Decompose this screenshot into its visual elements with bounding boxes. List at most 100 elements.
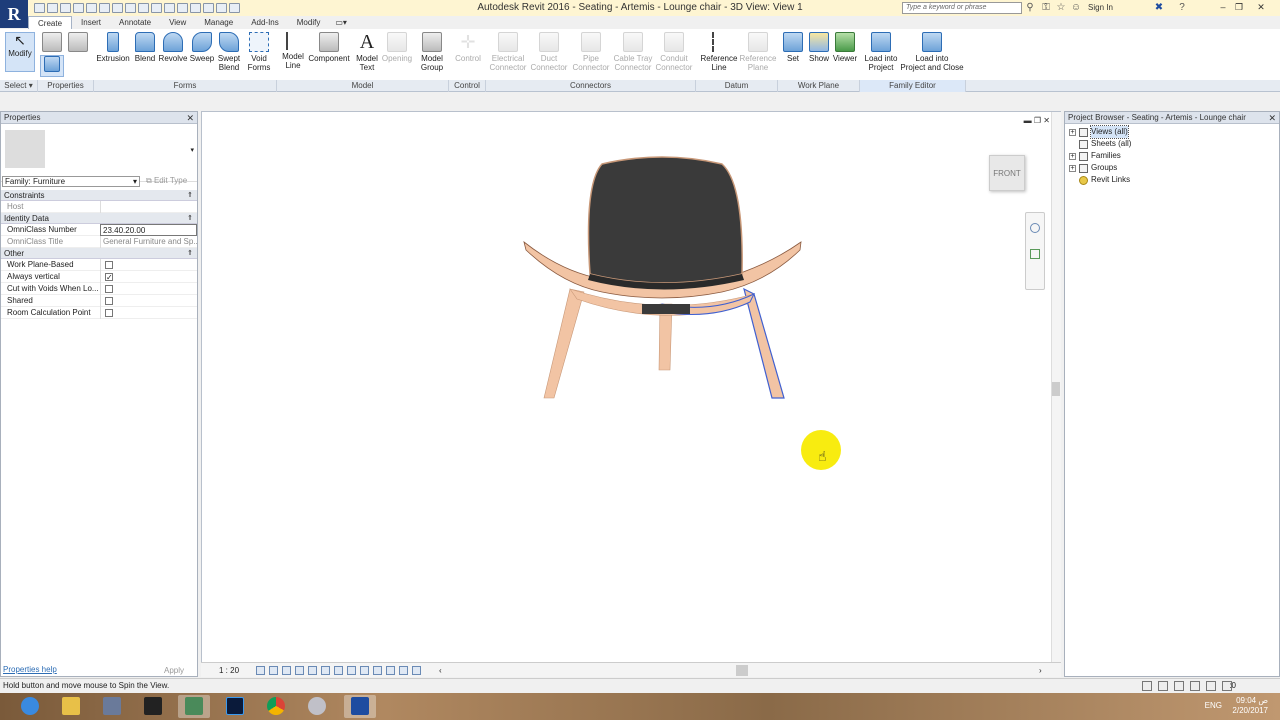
- shadows-icon[interactable]: [295, 666, 304, 675]
- always-vertical-checkbox[interactable]: ✓: [105, 273, 113, 282]
- restore-button[interactable]: ❐: [1230, 0, 1248, 14]
- tab-insert[interactable]: Insert: [72, 16, 110, 29]
- clock[interactable]: 09:04 ص 2/20/2017: [1232, 696, 1268, 716]
- application-menu-button[interactable]: R: [0, 0, 28, 28]
- taskbar-explorer[interactable]: [55, 695, 87, 718]
- select-panel-label[interactable]: Select ▾: [0, 80, 38, 92]
- type-selector[interactable]: ▾: [1, 124, 197, 182]
- tab-modify[interactable]: Modify: [288, 16, 330, 29]
- exchange-apps-icon[interactable]: ✖: [1153, 2, 1165, 14]
- component-button[interactable]: Component: [307, 32, 351, 63]
- load-into-project-and-close-button[interactable]: Load into Project and Close: [900, 32, 964, 72]
- reveal-hidden-icon[interactable]: [373, 666, 382, 675]
- help-search-input[interactable]: Type a keyword or phrase: [902, 2, 1022, 14]
- prop-row-omniclass-number[interactable]: OmniClass Number 23.40.20.00: [1, 224, 197, 236]
- scroll-left-icon[interactable]: ‹: [439, 663, 442, 678]
- omniclass-number-field[interactable]: 23.40.20.00: [100, 224, 197, 236]
- zoom-icon[interactable]: [1030, 249, 1040, 259]
- room-calculation-point-checkbox[interactable]: [105, 309, 113, 317]
- tab-add-ins[interactable]: Add-Ins: [242, 16, 288, 29]
- revolve-button[interactable]: Revolve: [158, 32, 188, 63]
- model-text-button[interactable]: A Model Text: [353, 32, 381, 72]
- work-plane-based-checkbox[interactable]: [105, 261, 113, 269]
- blend-button[interactable]: Blend: [132, 32, 158, 63]
- tree-item-families[interactable]: + Families: [1069, 150, 1121, 162]
- binoculars-icon[interactable]: ⚲: [1024, 2, 1036, 14]
- group-identity-data[interactable]: Identity Data ⇑: [1, 213, 197, 224]
- expand-icon[interactable]: +: [1069, 152, 1076, 160]
- void-forms-button[interactable]: Void Forms: [245, 32, 273, 72]
- show-crop-icon[interactable]: [334, 666, 343, 675]
- properties-help-link[interactable]: Properties help: [3, 665, 57, 674]
- reveal-constraints-icon[interactable]: [412, 666, 421, 675]
- view-scale-button[interactable]: 1 : 20: [219, 663, 239, 678]
- select-pinned-icon[interactable]: [1174, 681, 1184, 691]
- viewcube[interactable]: FRONT: [989, 155, 1025, 191]
- sign-in-button[interactable]: Sign In: [1088, 3, 1113, 12]
- scroll-right-icon[interactable]: ›: [1039, 663, 1042, 678]
- collapse-icon[interactable]: ⇑: [187, 248, 193, 259]
- model-group-button[interactable]: Model Group: [417, 32, 447, 72]
- modify-button[interactable]: ↖ Modify: [5, 32, 35, 72]
- horizontal-scrollbar-thumb[interactable]: [736, 665, 748, 676]
- tab-overflow[interactable]: ▭▾: [329, 16, 353, 29]
- lounge-chair-model[interactable]: [522, 154, 802, 404]
- load-into-project-button[interactable]: Load into Project: [862, 32, 900, 72]
- viewcube-face-label[interactable]: FRONT: [993, 169, 1021, 178]
- taskbar-chrome[interactable]: [260, 695, 292, 718]
- electrical-connector-button[interactable]: Electrical Connector: [488, 32, 528, 72]
- crop-view-icon[interactable]: [321, 666, 330, 675]
- swept-blend-button[interactable]: Swept Blend: [216, 32, 242, 72]
- visual-style-icon[interactable]: [269, 666, 278, 675]
- family-filter-select[interactable]: Family: Furniture ▾: [2, 176, 140, 187]
- sun-path-icon[interactable]: [282, 666, 291, 675]
- temporary-hide-icon[interactable]: [360, 666, 369, 675]
- vertical-scrollbar[interactable]: [1051, 112, 1061, 676]
- taskbar-photoshop[interactable]: [219, 695, 251, 718]
- group-other[interactable]: Other ⇑: [1, 248, 197, 259]
- family-category-button[interactable]: [66, 32, 90, 54]
- pipe-connector-button[interactable]: Pipe Connector: [571, 32, 611, 72]
- star-icon[interactable]: ☆: [1055, 2, 1067, 14]
- reference-plane-button[interactable]: Reference Plane: [738, 32, 778, 72]
- extrusion-button[interactable]: Extrusion: [96, 32, 130, 63]
- tab-manage[interactable]: Manage: [195, 16, 242, 29]
- shared-checkbox[interactable]: [105, 297, 113, 305]
- show-rendering-icon[interactable]: [308, 666, 317, 675]
- expand-icon[interactable]: +: [1069, 164, 1076, 172]
- select-by-face-icon[interactable]: [1190, 681, 1200, 691]
- opening-button[interactable]: Opening: [381, 32, 413, 63]
- taskbar-app3[interactable]: [96, 695, 128, 718]
- view-minimize-icon[interactable]: ▬: [1024, 116, 1032, 125]
- tab-create[interactable]: Create: [28, 16, 73, 29]
- taskbar-ie[interactable]: [14, 695, 46, 718]
- 3d-view-canvas[interactable]: ▬ ❐ ✕ FRONT ☝: [201, 111, 1061, 677]
- close-window-button[interactable]: ✕: [1252, 0, 1270, 14]
- temporary-view-properties-icon[interactable]: [386, 666, 395, 675]
- expand-icon[interactable]: +: [1069, 128, 1076, 136]
- tab-annotate[interactable]: Annotate: [110, 16, 160, 29]
- highlight-displacement-icon[interactable]: [399, 666, 408, 675]
- close-icon[interactable]: ✕: [1268, 112, 1276, 124]
- user-icon[interactable]: ☺: [1070, 2, 1082, 14]
- close-icon[interactable]: ✕: [186, 112, 194, 124]
- cable-tray-connector-button[interactable]: Cable Tray Connector: [612, 32, 654, 72]
- edit-type-button[interactable]: ⧉ Edit Type: [146, 176, 187, 186]
- select-links-icon[interactable]: [1142, 681, 1152, 691]
- group-constraints[interactable]: Constraints ⇑: [1, 190, 197, 201]
- cut-with-voids-checkbox[interactable]: [105, 285, 113, 293]
- set-work-plane-button[interactable]: Set: [782, 32, 804, 63]
- properties-button[interactable]: [40, 55, 64, 77]
- show-work-plane-button[interactable]: Show: [806, 32, 832, 63]
- drag-on-selection-icon[interactable]: [1206, 681, 1216, 691]
- viewer-button[interactable]: Viewer: [832, 32, 858, 63]
- family-types-button[interactable]: [40, 32, 64, 54]
- taskbar-app5[interactable]: [178, 695, 210, 718]
- tree-item-sheets[interactable]: Sheets (all): [1069, 138, 1131, 150]
- duct-connector-button[interactable]: Duct Connector: [529, 32, 569, 72]
- conduit-connector-button[interactable]: Conduit Connector: [654, 32, 694, 72]
- sweep-button[interactable]: Sweep: [189, 32, 215, 63]
- type-selector-dropdown-icon[interactable]: ▾: [190, 146, 194, 154]
- view-restore-icon[interactable]: ❐: [1034, 116, 1041, 125]
- detail-level-icon[interactable]: [256, 666, 265, 675]
